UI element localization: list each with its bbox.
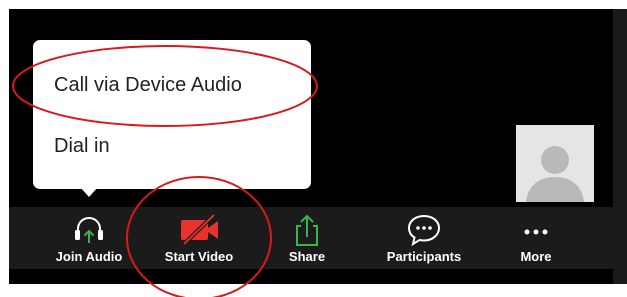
self-view-thumbnail[interactable] [516, 125, 594, 202]
share-button[interactable]: Share [272, 207, 342, 269]
participants-label: Participants [386, 249, 462, 264]
popup-pointer [80, 187, 98, 197]
menu-divider [33, 114, 311, 115]
start-video-button[interactable]: Start Video [159, 207, 239, 269]
start-video-label: Start Video [164, 249, 234, 264]
video-off-icon [159, 213, 239, 245]
join-audio-label: Join Audio [55, 249, 123, 264]
call-via-device-audio-option[interactable]: Call via Device Audio [33, 55, 311, 115]
dial-in-option[interactable]: Dial in [33, 116, 311, 176]
call-via-device-audio-label: Call via Device Audio [54, 74, 242, 96]
share-icon [272, 213, 342, 246]
more-label: More [520, 249, 552, 264]
share-label: Share [288, 249, 326, 264]
person-silhouette-icon [516, 125, 594, 202]
more-button[interactable]: More [506, 207, 566, 269]
bottom-bar [9, 269, 613, 284]
chat-bubble-icon [377, 213, 471, 247]
audio-options-popup: Call via Device Audio Dial in [33, 40, 311, 189]
meeting-toolbar: Join Audio Start Video Share Participant… [9, 207, 613, 269]
more-dots-icon [506, 213, 566, 245]
participants-button[interactable]: Participants [377, 207, 471, 269]
dial-in-label: Dial in [54, 135, 110, 157]
join-audio-button[interactable]: Join Audio [49, 207, 129, 269]
window-edge [613, 9, 627, 284]
headphones-icon [49, 213, 129, 245]
